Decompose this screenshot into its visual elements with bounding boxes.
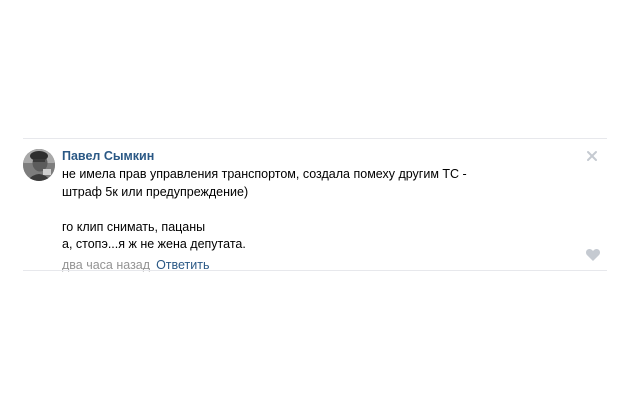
comment-text-line: штраф 5к или предупреждение) <box>62 184 249 199</box>
comment-text-line: не имела прав управления транспортом, со… <box>62 167 467 181</box>
author-name[interactable]: Павел Сымкин <box>62 148 582 165</box>
comment-text-blank-line <box>62 201 582 219</box>
comment-text-line: го клип снимать, пацаны <box>62 219 206 234</box>
page: Павел Сымкин не имела прав управления тр… <box>0 0 620 413</box>
close-icon[interactable] <box>585 149 599 163</box>
avatar[interactable] <box>23 149 55 181</box>
comment-body: Павел Сымкин не имела прав управления тр… <box>62 148 582 274</box>
divider-bottom <box>23 270 607 271</box>
comment-text: не имела прав управления транспортом, со… <box>62 166 582 254</box>
avatar-photo <box>23 149 55 181</box>
comment-item: Павел Сымкин не имела прав управления тр… <box>23 139 607 272</box>
comment-text-line: а, стопэ...я ж не жена депутата. <box>62 237 246 251</box>
heart-icon[interactable] <box>585 248 601 262</box>
